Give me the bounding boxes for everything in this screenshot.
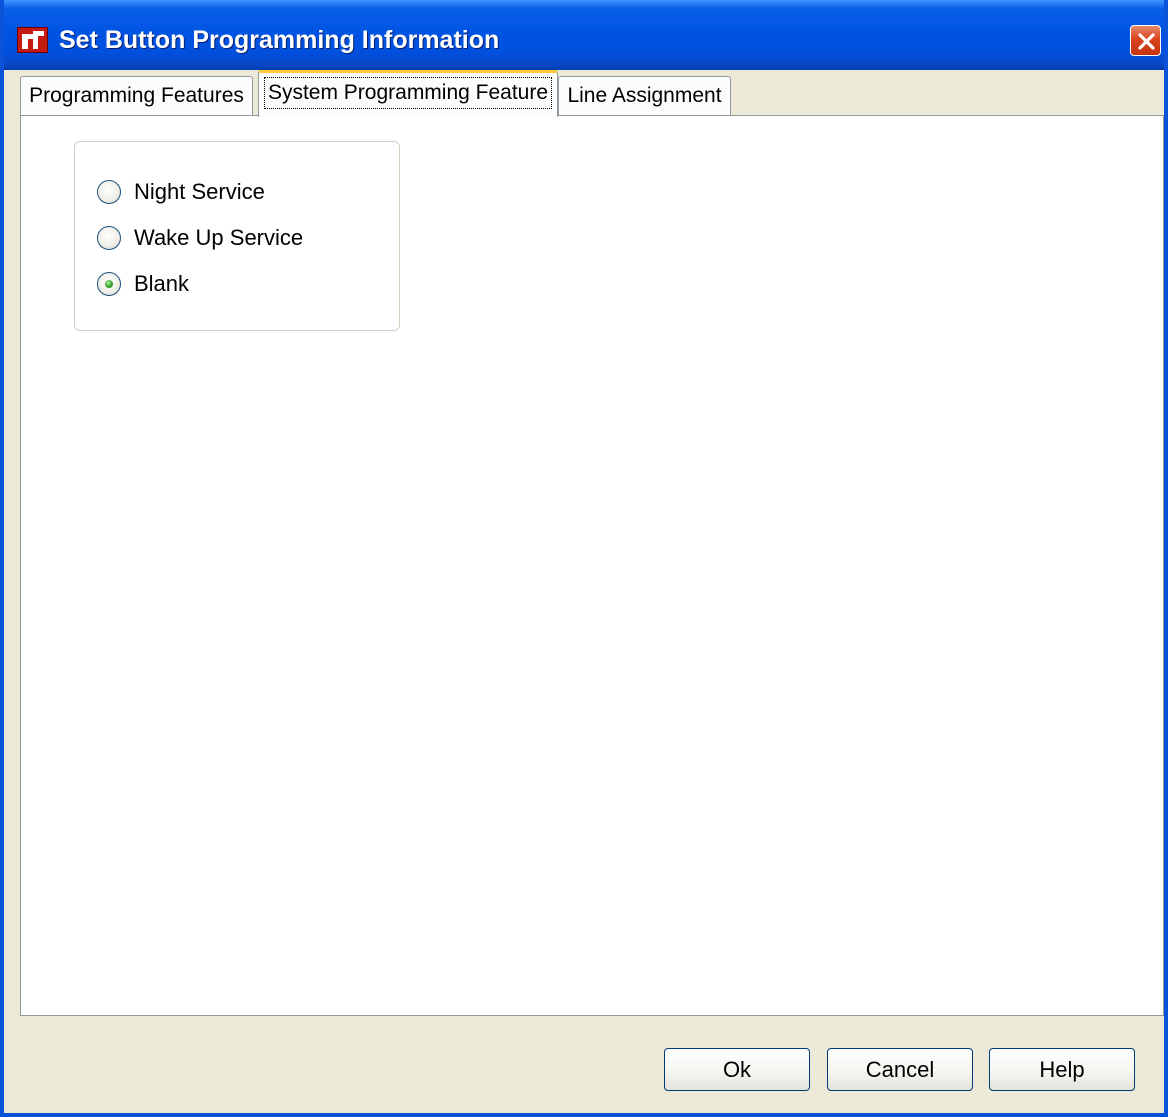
radio-label: Night Service — [134, 179, 265, 204]
window-title: Set Button Programming Information — [59, 26, 500, 54]
radio-wake-up-service[interactable]: Wake Up Service — [97, 223, 303, 253]
close-icon — [1138, 33, 1155, 50]
app-logo-icon — [17, 27, 48, 53]
help-button[interactable]: Help — [989, 1048, 1135, 1091]
ok-button[interactable]: Ok — [664, 1048, 810, 1091]
cancel-button[interactable]: Cancel — [827, 1048, 973, 1091]
radio-selected-icon — [105, 280, 113, 288]
close-button[interactable] — [1130, 25, 1161, 56]
tab-line-assignment[interactable]: Line Assignment — [558, 76, 731, 116]
tab-system-programming-feature[interactable]: System Programming Feature — [258, 70, 558, 117]
radio-label: Wake Up Service — [134, 225, 304, 250]
tab-strip: Programming Features System Programming … — [20, 70, 1160, 117]
tab-programming-features[interactable]: Programming Features — [20, 76, 253, 116]
dialog-window: Set Button Programming Information Progr… — [0, 0, 1168, 1117]
radio-button[interactable] — [97, 180, 121, 204]
radio-night-service[interactable]: Night Service — [97, 177, 265, 207]
radio-blank[interactable]: Blank — [97, 269, 189, 299]
radio-button[interactable] — [97, 272, 121, 296]
tab-label: Programming Features — [29, 84, 244, 107]
tab-label: Line Assignment — [567, 84, 722, 107]
radio-label: Blank — [134, 271, 190, 296]
title-bar[interactable]: Set Button Programming Information — [4, 0, 1164, 70]
tab-label: System Programming Feature — [263, 77, 553, 109]
radio-button[interactable] — [97, 226, 121, 250]
